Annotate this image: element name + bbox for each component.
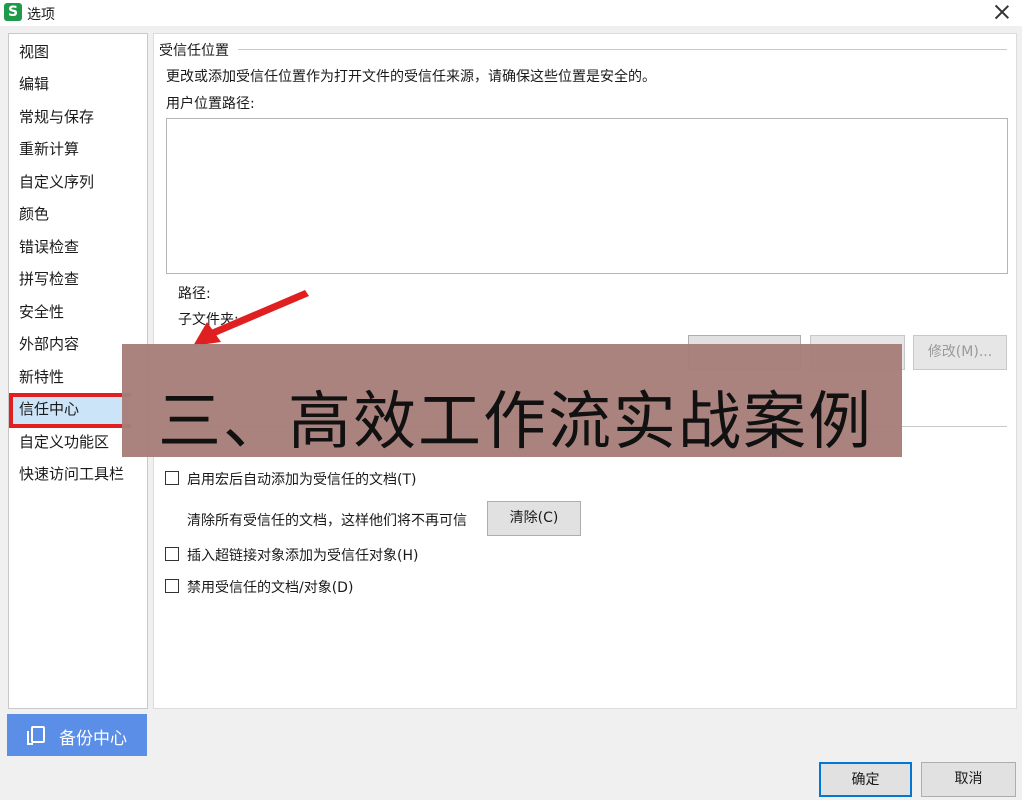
- sidebar-item-spell-check[interactable]: 拼写检查: [19, 268, 79, 290]
- sidebar-item-custom-lists[interactable]: 自定义序列: [19, 171, 94, 193]
- hyperlink-trust-option[interactable]: 插入超链接对象添加为受信任对象(H): [165, 546, 418, 566]
- disable-trust-checkbox[interactable]: [165, 579, 179, 593]
- modify-location-button[interactable]: 修改(M)...: [913, 335, 1007, 370]
- auto-trust-macro-option[interactable]: 启用宏后自动添加为受信任的文档(T): [165, 470, 416, 490]
- sidebar-item-security[interactable]: 安全性: [19, 301, 64, 323]
- clear-trusted-docs-text: 清除所有受信任的文档，这样他们将不再可信: [187, 513, 467, 529]
- auto-trust-macro-checkbox[interactable]: [165, 471, 179, 485]
- backup-document-icon: [27, 726, 45, 745]
- sidebar-item-customize-ribbon[interactable]: 自定义功能区: [19, 431, 109, 453]
- sidebar-item-quick-access-toolbar[interactable]: 快速访问工具栏: [19, 463, 124, 485]
- sidebar-item-edit[interactable]: 编辑: [19, 73, 49, 95]
- trust-center-highlight-box: [9, 393, 131, 428]
- window-title: 选项: [27, 7, 55, 23]
- backup-center-button[interactable]: 备份中心: [7, 714, 147, 756]
- caption-text: 三、高效工作流实战案例: [158, 385, 873, 458]
- backup-center-label: 备份中心: [59, 729, 127, 749]
- title-bar: S 选项: [0, 0, 1022, 26]
- clear-button[interactable]: 清除(C): [487, 501, 581, 536]
- section-description: 更改或添加受信任位置作为打开文件的受信任来源，请确保这些位置是安全的。: [166, 69, 656, 85]
- disable-trust-option[interactable]: 禁用受信任的文档/对象(D): [165, 578, 353, 598]
- sidebar-item-new-features[interactable]: 新特性: [19, 366, 64, 388]
- cancel-button[interactable]: 取消: [921, 762, 1016, 797]
- trusted-locations-list[interactable]: [166, 118, 1008, 274]
- hyperlink-trust-checkbox[interactable]: [165, 547, 179, 561]
- disable-trust-label: 禁用受信任的文档/对象(D): [187, 580, 354, 596]
- section-divider: [238, 49, 1007, 50]
- auto-trust-macro-label: 启用宏后自动添加为受信任的文档(T): [187, 472, 417, 488]
- sidebar-item-external-content[interactable]: 外部内容: [19, 333, 79, 355]
- sidebar-item-error-check[interactable]: 错误检查: [19, 236, 79, 258]
- section-title: 受信任位置: [159, 43, 229, 59]
- sidebar-item-color[interactable]: 颜色: [19, 203, 49, 225]
- hyperlink-trust-label: 插入超链接对象添加为受信任对象(H): [187, 548, 419, 564]
- user-paths-label: 用户位置路径:: [166, 96, 255, 112]
- ok-button[interactable]: 确定: [819, 762, 912, 797]
- close-icon[interactable]: [992, 2, 1012, 22]
- sidebar-item-general-save[interactable]: 常规与保存: [19, 106, 94, 128]
- sidebar-item-recalculate[interactable]: 重新计算: [19, 138, 79, 160]
- sidebar-item-view[interactable]: 视图: [19, 41, 49, 63]
- app-icon: S: [4, 3, 22, 21]
